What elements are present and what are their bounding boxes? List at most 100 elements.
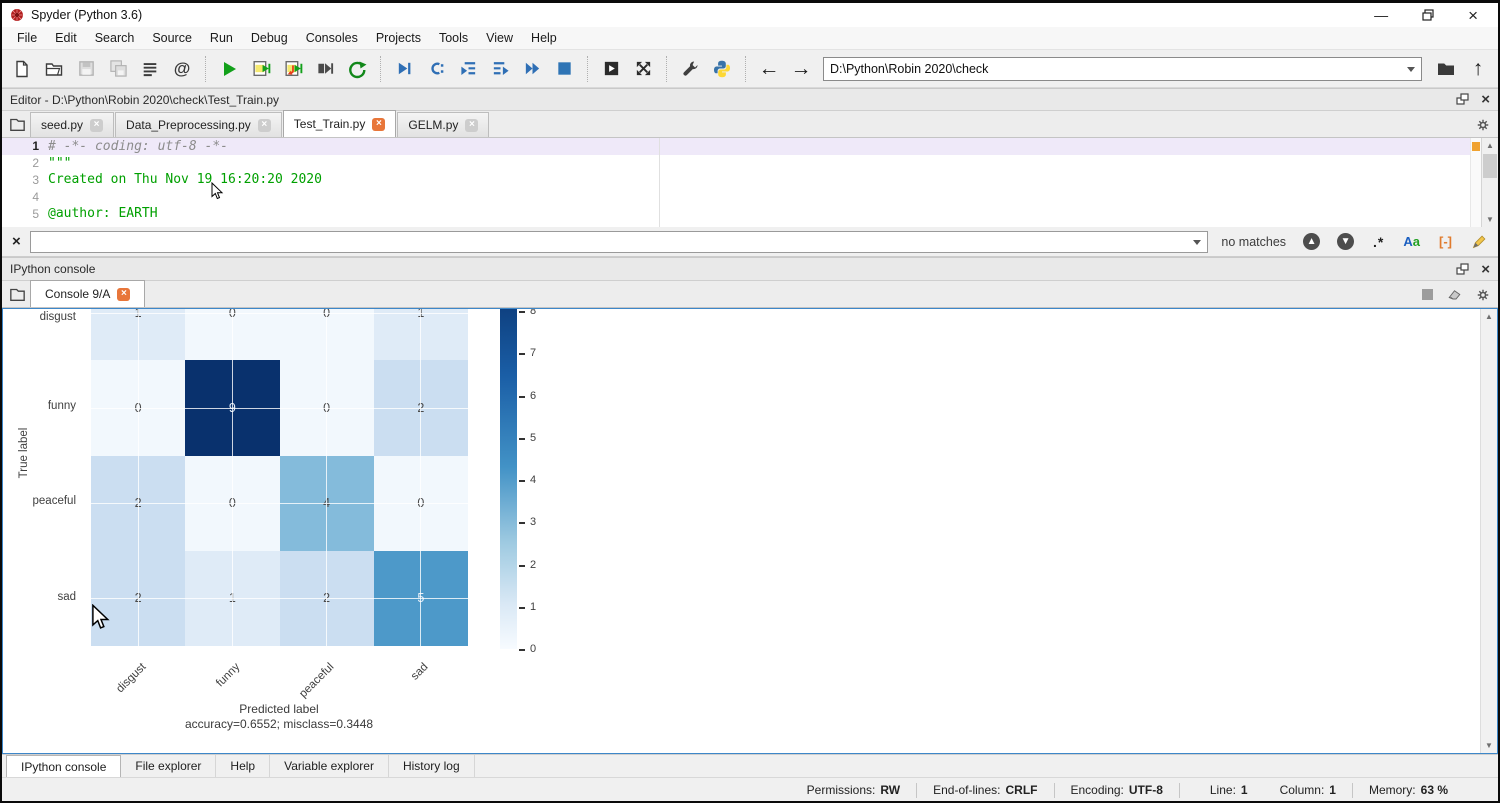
regex-toggle[interactable]: .*: [1373, 234, 1384, 250]
save-all-button[interactable]: [104, 55, 132, 83]
back-button[interactable]: ←: [755, 55, 783, 83]
scroll-down-icon[interactable]: ▼: [1482, 212, 1498, 227]
console-output[interactable]: True label disgust funny peaceful sad 1 …: [2, 308, 1498, 754]
close-pane-button[interactable]: ×: [1481, 92, 1490, 107]
run-cell-advance-button[interactable]: [279, 55, 307, 83]
browse-tabs-button[interactable]: [4, 112, 30, 136]
browse-tabs-button[interactable]: [4, 282, 30, 306]
toolbar-separator: [380, 56, 381, 82]
menu-view[interactable]: View: [477, 28, 522, 48]
tab-ipython-console[interactable]: IPython console: [6, 755, 121, 777]
browse-directory-button[interactable]: [1432, 55, 1460, 83]
menu-debug[interactable]: Debug: [242, 28, 297, 48]
at-icon: @: [174, 59, 191, 79]
scroll-up-icon[interactable]: ▲: [1481, 309, 1497, 324]
close-icon[interactable]: ×: [258, 119, 271, 132]
close-icon[interactable]: ×: [465, 119, 478, 132]
run-cell-button[interactable]: [247, 55, 275, 83]
close-icon[interactable]: ×: [90, 119, 103, 132]
chevron-down-icon[interactable]: [1407, 67, 1415, 72]
code-editor[interactable]: 1# -*- coding: utf-8 -*- 2""" 3Created o…: [2, 138, 1498, 227]
tab-help[interactable]: Help: [216, 755, 270, 777]
maximize-pane-button[interactable]: [597, 55, 625, 83]
code-text: @author: EARTH: [48, 206, 158, 221]
code-line-5: 5@author: EARTH: [2, 205, 1498, 222]
menu-edit[interactable]: Edit: [46, 28, 86, 48]
save-button[interactable]: [72, 55, 100, 83]
highlight-matches-button[interactable]: [1471, 233, 1488, 250]
tab-gelm-py[interactable]: GELM.py×: [397, 112, 489, 137]
undock-icon: [1456, 263, 1469, 276]
parent-directory-button[interactable]: ↑: [1464, 55, 1492, 83]
find-input[interactable]: [31, 232, 1208, 252]
symbol-finder-button[interactable]: @: [168, 55, 196, 83]
menu-tools[interactable]: Tools: [430, 28, 477, 48]
tab-console-9a[interactable]: Console 9/A×: [30, 280, 145, 307]
working-directory-input[interactable]: [824, 58, 1421, 80]
menu-source[interactable]: Source: [143, 28, 201, 48]
restore-button[interactable]: [1422, 9, 1434, 21]
editor-scrollbar[interactable]: ▲ ▼: [1481, 138, 1498, 227]
debug-step-button[interactable]: [422, 55, 450, 83]
close-button[interactable]: ×: [1468, 7, 1478, 24]
menu-consoles[interactable]: Consoles: [297, 28, 367, 48]
find-next-button[interactable]: ▼: [1337, 233, 1354, 250]
colorbar-tick: [519, 607, 525, 609]
scroll-up-icon[interactable]: ▲: [1482, 138, 1498, 153]
debug-stop-button[interactable]: [550, 55, 578, 83]
run-button[interactable]: [215, 55, 243, 83]
accuracy-annotation: accuracy=0.6552; misclass=0.3448: [79, 717, 479, 731]
new-file-icon: [12, 59, 32, 79]
find-input-wrap[interactable]: [30, 231, 1209, 253]
forward-button[interactable]: →: [787, 55, 815, 83]
menu-search[interactable]: Search: [86, 28, 144, 48]
interrupt-kernel-icon[interactable]: [1422, 289, 1433, 300]
status-eol: End-of-lines:CRLF: [917, 783, 1053, 797]
scroll-down-icon[interactable]: ▼: [1481, 738, 1497, 753]
debug-file-button[interactable]: [390, 55, 418, 83]
menu-run[interactable]: Run: [201, 28, 242, 48]
tab-file-explorer[interactable]: File explorer: [121, 755, 216, 777]
tab-seed-py[interactable]: seed.py×: [30, 112, 114, 137]
chevron-down-icon[interactable]: [1193, 240, 1201, 245]
confusion-matrix: 1 0 0 1 0 9 0 2 2 0 4 0 2 1 2 5: [91, 308, 468, 646]
run-selection-button[interactable]: [311, 55, 339, 83]
whole-word-toggle[interactable]: [-]: [1439, 234, 1452, 249]
debug-continue-button[interactable]: [518, 55, 546, 83]
menu-help[interactable]: Help: [522, 28, 566, 48]
rerun-cell-button[interactable]: [343, 55, 371, 83]
new-file-button[interactable]: [8, 55, 36, 83]
minimize-button[interactable]: —: [1374, 8, 1388, 22]
gear-icon: [1476, 118, 1490, 132]
preferences-button[interactable]: [676, 55, 704, 83]
colorbar-tick: [519, 649, 525, 651]
tab-variable-explorer[interactable]: Variable explorer: [270, 755, 389, 777]
open-file-button[interactable]: [40, 55, 68, 83]
working-directory-combo[interactable]: [823, 57, 1422, 81]
close-pane-button[interactable]: ×: [1481, 262, 1490, 277]
file-switcher-button[interactable]: [136, 55, 164, 83]
close-icon[interactable]: ×: [372, 118, 385, 131]
fullscreen-button[interactable]: [629, 55, 657, 83]
debug-step-return-button[interactable]: [486, 55, 514, 83]
scrollbar-thumb[interactable]: [1483, 154, 1497, 178]
menu-projects[interactable]: Projects: [367, 28, 430, 48]
colorbar-tick: [519, 311, 525, 313]
python-env-button[interactable]: [708, 55, 736, 83]
debug-step-into-button[interactable]: [454, 55, 482, 83]
editor-options-button[interactable]: [1476, 118, 1490, 132]
tab-data-preprocessing-py[interactable]: Data_Preprocessing.py×: [115, 112, 282, 137]
tab-test-train-py[interactable]: Test_Train.py×: [283, 110, 397, 137]
console-scrollbar[interactable]: ▲ ▼: [1480, 309, 1497, 753]
close-find-button[interactable]: ×: [12, 233, 21, 250]
tab-history-log[interactable]: History log: [389, 755, 475, 777]
console-options-button[interactable]: [1476, 288, 1490, 302]
undock-button[interactable]: [1456, 263, 1469, 276]
find-previous-button[interactable]: ▲: [1303, 233, 1320, 250]
case-sensitive-toggle[interactable]: Aa: [1403, 234, 1420, 249]
close-icon[interactable]: ×: [117, 288, 130, 301]
undock-button[interactable]: [1456, 93, 1469, 106]
status-value: UTF-8: [1129, 783, 1163, 797]
clear-console-button[interactable]: [1447, 287, 1462, 302]
menu-file[interactable]: File: [8, 28, 46, 48]
